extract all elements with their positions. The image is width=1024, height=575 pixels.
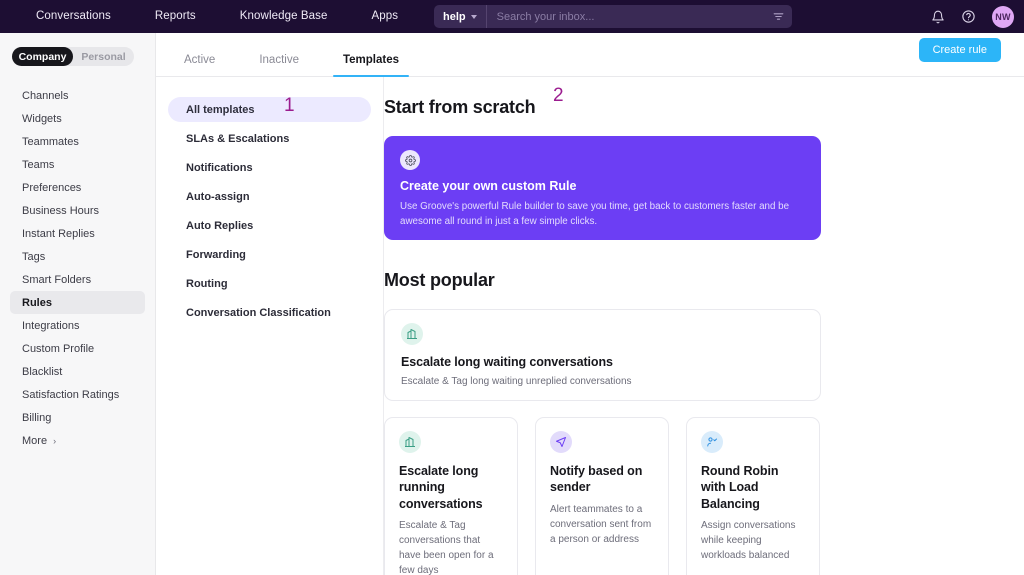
toggle-company[interactable]: Company: [12, 47, 73, 66]
search-scope-label: help: [443, 10, 466, 23]
template-card-round-robin-load-balancing[interactable]: Round Robin with Load Balancing Assign c…: [686, 417, 820, 575]
toggle-personal[interactable]: Personal: [73, 47, 134, 66]
template-card-description: Alert teammates to a conversation sent f…: [550, 503, 652, 545]
assign-user-check-icon: [701, 431, 723, 453]
send-paper-plane-icon: [550, 431, 572, 453]
sidebar-item-channels[interactable]: Channels: [10, 84, 145, 107]
sidebar-item-blacklist[interactable]: Blacklist: [10, 360, 145, 383]
template-card-description: Assign conversations while keeping workl…: [701, 519, 796, 561]
template-card-title: Escalate long running conversations: [399, 464, 483, 511]
template-card-escalate-long-waiting[interactable]: Escalate long waiting conversations Esca…: [384, 309, 821, 401]
sidebar-item-integrations[interactable]: Integrations: [10, 314, 145, 337]
sidebar-item-more[interactable]: More ›: [10, 429, 145, 452]
escalate-building-icon: [399, 431, 421, 453]
most-popular-heading: Most popular: [384, 270, 495, 290]
sidebar-item-instant-replies[interactable]: Instant Replies: [10, 222, 145, 245]
gear-icon: [400, 150, 420, 170]
top-bar-actions: NW: [931, 0, 1014, 33]
sidebar-item-custom-profile[interactable]: Custom Profile: [10, 337, 145, 360]
escalate-building-icon: [401, 323, 423, 345]
annotation-marker-1: 1: [284, 95, 295, 116]
category-notifications[interactable]: Notifications: [168, 155, 371, 180]
global-search-bar: help: [434, 5, 792, 28]
nav-reports[interactable]: Reports: [133, 0, 218, 33]
annotation-marker-2: 2: [553, 85, 564, 106]
template-card-description: Escalate & Tag long waiting unreplied co…: [401, 376, 632, 387]
category-routing[interactable]: Routing: [168, 271, 371, 296]
sidebar-item-teammates[interactable]: Teammates: [10, 130, 145, 153]
sidebar-item-widgets[interactable]: Widgets: [10, 107, 145, 130]
start-from-scratch-heading: Start from scratch: [384, 97, 536, 117]
sidebar-item-rules[interactable]: Rules: [10, 291, 145, 314]
create-custom-rule-title: Create your own custom Rule: [400, 179, 577, 193]
search-input[interactable]: [486, 10, 764, 23]
nav-apps[interactable]: Apps: [350, 0, 421, 33]
sidebar-item-satisfaction-ratings[interactable]: Satisfaction Ratings: [10, 383, 145, 406]
category-forwarding[interactable]: Forwarding: [168, 242, 371, 267]
template-card-title: Escalate long waiting conversations: [401, 355, 613, 369]
tab-active[interactable]: Active: [180, 54, 219, 76]
create-rule-button[interactable]: Create rule: [918, 38, 1001, 62]
sidebar-item-smart-folders[interactable]: Smart Folders: [10, 268, 145, 291]
avatar[interactable]: NW: [992, 5, 1014, 28]
top-bar: Conversations Reports Knowledge Base App…: [0, 0, 1024, 33]
template-card-row: Escalate long running conversations Esca…: [384, 417, 978, 575]
search-scope-selector[interactable]: help: [434, 5, 487, 28]
template-card-escalate-long-running[interactable]: Escalate long running conversations Esca…: [384, 417, 518, 575]
tab-inactive[interactable]: Inactive: [255, 54, 303, 76]
rules-tab-bar: Active Inactive Templates Create rule: [156, 33, 1024, 77]
settings-sidebar: Company Personal Channels Widgets Teamma…: [0, 33, 156, 575]
help-question-icon[interactable]: [961, 9, 976, 24]
sidebar-item-tags[interactable]: Tags: [10, 245, 145, 268]
category-conversation-classification[interactable]: Conversation Classification: [168, 300, 371, 325]
nav-knowledge-base[interactable]: Knowledge Base: [218, 0, 350, 33]
sidebar-item-more-label: More: [22, 434, 48, 447]
template-card-description: Escalate & Tag conversations that have b…: [399, 519, 494, 575]
sidebar-item-teams[interactable]: Teams: [10, 153, 145, 176]
template-card-title: Notify based on sender: [550, 464, 643, 495]
template-category-list: All templates SLAs & Escalations Notific…: [156, 77, 384, 575]
category-auto-assign[interactable]: Auto-assign: [168, 184, 371, 209]
company-personal-toggle: Company Personal: [12, 47, 134, 66]
notifications-bell-icon[interactable]: [931, 10, 945, 24]
nav-conversations[interactable]: Conversations: [14, 0, 133, 33]
chevron-right-icon: ›: [53, 435, 57, 446]
template-card-notify-based-on-sender[interactable]: Notify based on sender Alert teammates t…: [535, 417, 669, 575]
search-filter-icon[interactable]: [764, 5, 792, 28]
sidebar-item-business-hours[interactable]: Business Hours: [10, 199, 145, 222]
category-slas-escalations[interactable]: SLAs & Escalations: [168, 126, 371, 151]
create-custom-rule-description: Use Groove's powerful Rule builder to sa…: [400, 201, 790, 227]
sidebar-item-preferences[interactable]: Preferences: [10, 176, 145, 199]
sidebar-item-billing[interactable]: Billing: [10, 406, 145, 429]
category-all-templates[interactable]: All templates: [168, 97, 371, 122]
category-auto-replies[interactable]: Auto Replies: [168, 213, 371, 238]
tab-templates[interactable]: Templates: [332, 54, 410, 77]
templates-content: Start from scratch Create your own custo…: [384, 77, 1024, 575]
template-card-title: Round Robin with Load Balancing: [701, 464, 779, 511]
top-navigation: Conversations Reports Knowledge Base App…: [14, 0, 420, 33]
chevron-down-icon: [470, 14, 477, 19]
sidebar-nav-list: Channels Widgets Teammates Teams Prefere…: [0, 84, 155, 452]
create-custom-rule-card[interactable]: Create your own custom Rule Use Groove's…: [384, 136, 821, 240]
